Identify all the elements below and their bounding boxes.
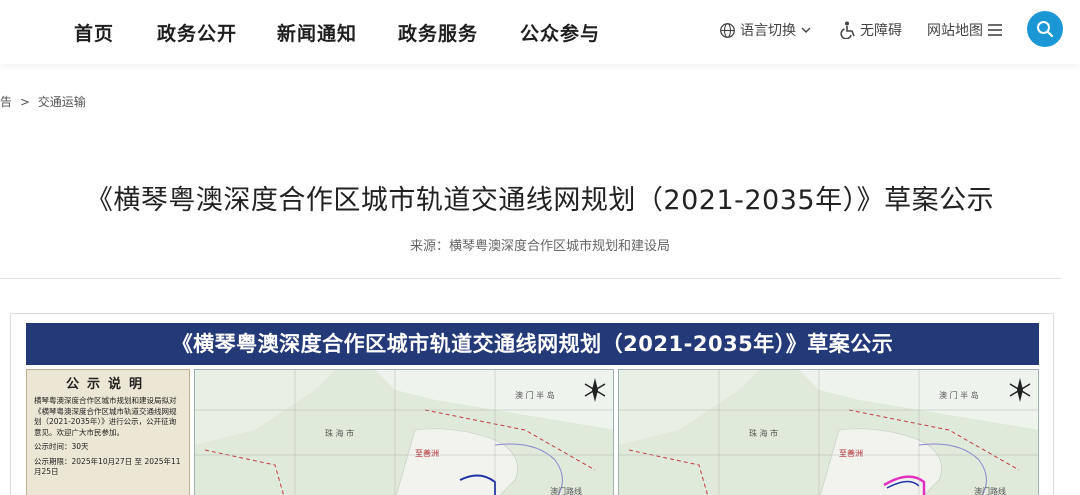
wheelchair-icon: [840, 21, 855, 39]
search-button[interactable]: [1027, 11, 1063, 47]
breadcrumb-item-current[interactable]: 交通运输: [38, 95, 86, 109]
map-label-macau-peninsula: 澳 门 半 岛: [515, 391, 555, 400]
sitemap-link[interactable]: 网站地图: [927, 20, 1003, 40]
nav-home[interactable]: 首页: [74, 19, 114, 46]
nav-news[interactable]: 新闻通知: [277, 19, 357, 46]
rail-map-left: 澳 门 半 岛 珠 海 市 至善洲 澳门路线: [194, 369, 614, 495]
breadcrumb: 告 > 交通运输: [0, 93, 90, 110]
nav-gov-services[interactable]: 政务服务: [398, 19, 478, 46]
rail-map-right: 澳 门 半 岛 珠 海 市 至善洲 澳门路线: [618, 369, 1039, 495]
map-label-macau-rail: 澳门路线: [550, 487, 582, 495]
map-label-zhiyuan: 至善洲: [839, 449, 863, 458]
notice-panel: 公示说明 横琴粤澳深度合作区城市规划和建设局拟对《横琴粤澳深度合作区城市轨道交通…: [26, 369, 190, 495]
map-label-macau-peninsula: 澳 门 半 岛: [939, 391, 979, 400]
language-switch[interactable]: 语言切换: [719, 20, 812, 40]
nav-public-participation[interactable]: 公众参与: [520, 19, 600, 46]
globe-icon: [720, 22, 735, 38]
site-header: 首页 政务公开 新闻通知 政务服务 公众参与 语言切换 无障碍 网站地图: [0, 0, 1080, 64]
search-icon: [1037, 21, 1054, 38]
map-label-zhuhai: 珠 海 市: [325, 429, 355, 438]
notice-period: 公示时间：30天: [34, 442, 89, 451]
language-switch-label: 语言切换: [740, 23, 796, 39]
accessibility-link[interactable]: 无障碍: [840, 20, 902, 40]
accessibility-label: 无障碍: [860, 23, 902, 39]
poster-banner: 《横琴粤澳深度合作区城市轨道交通线网规划（2021-2035年）》草案公示: [26, 323, 1039, 365]
notice-dates: 公示期限：2025年10月27日 至 2025年11月25日: [34, 456, 181, 477]
map-label-zhiyuan: 至善洲: [415, 449, 439, 458]
sitemap-label: 网站地图: [927, 23, 983, 39]
divider: [0, 278, 1062, 279]
chevron-down-icon: [801, 27, 811, 33]
article-source: 来源：横琴粤澳深度合作区城市规划和建设局: [409, 239, 670, 254]
menu-icon: [988, 24, 1002, 36]
notice-heading: 公示说明: [65, 377, 150, 392]
nav-gov-affairs-open[interactable]: 政务公开: [157, 19, 237, 46]
notice-body: 横琴粤澳深度合作区城市规划和建设局拟对《横琴粤澳深度合作区城市轨道交通线网规划（…: [27, 392, 189, 478]
map-label-zhuhai: 珠 海 市: [749, 429, 779, 438]
breadcrumb-item[interactable]: 告: [0, 95, 12, 109]
notice-text: 横琴粤澳深度合作区城市规划和建设局拟对《横琴粤澳深度合作区城市轨道交通线网规划（…: [34, 396, 177, 437]
page-title: 《横琴粤澳深度合作区城市轨道交通线网规划（2021-2035年）》草案公示: [85, 185, 995, 216]
breadcrumb-separator: >: [19, 95, 30, 109]
map-label-macau-rail: 澳门路线: [974, 487, 1006, 495]
